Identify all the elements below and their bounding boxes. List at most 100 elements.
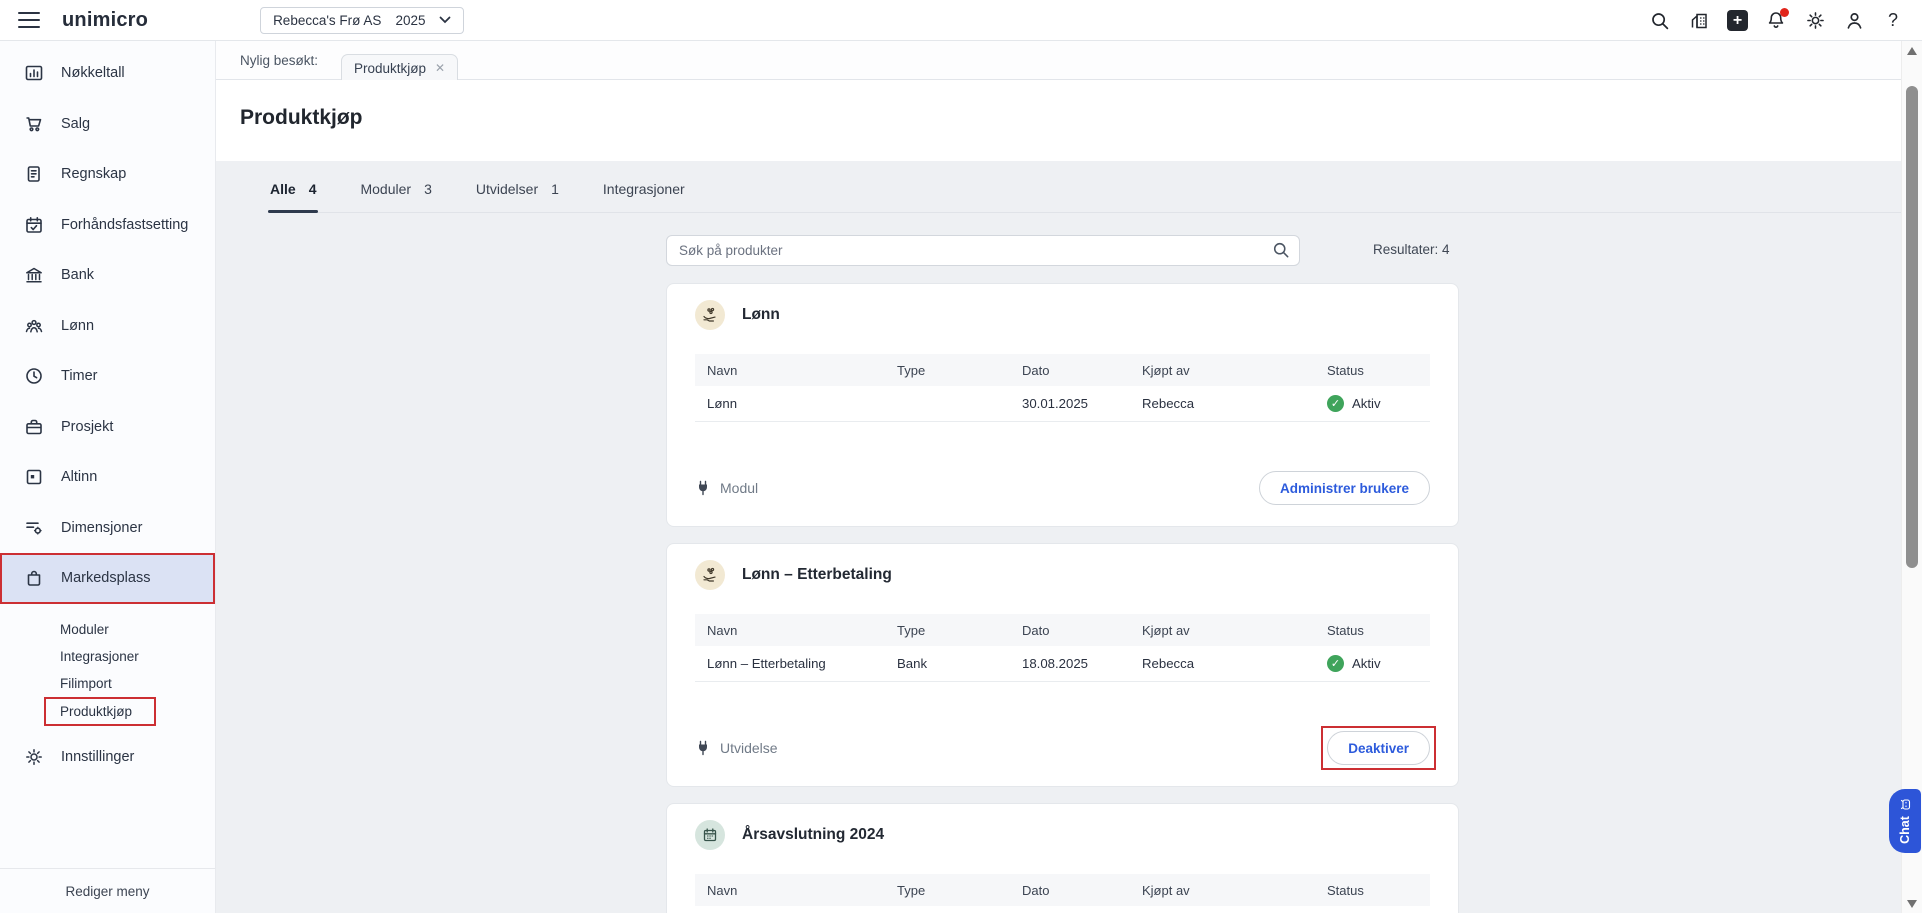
purchase-table: Navn Type Dato Kjøpt av Status Lønn 30.0… — [695, 354, 1430, 422]
edit-menu-label: Rediger meny — [65, 884, 149, 899]
sidebar-item-dimensjoner[interactable]: Dimensjoner — [0, 503, 215, 554]
edit-menu-button[interactable]: Rediger meny — [0, 868, 215, 913]
column-header: Kjøpt av — [1130, 623, 1315, 638]
company-overview-icon[interactable] — [1688, 10, 1710, 32]
column-header: Type — [885, 623, 1010, 638]
notification-badge — [1780, 8, 1789, 17]
sidebar-item-label: Altinn — [61, 469, 97, 485]
sidebar-subitem-filimport[interactable]: Filimport — [0, 670, 215, 697]
sidebar-item-markedsplass[interactable]: Markedsplass — [0, 553, 215, 604]
plug-icon — [695, 480, 711, 496]
column-header: Dato — [1010, 363, 1130, 378]
tab-label: Alle — [270, 181, 296, 197]
cell-dato: 30.01.2025 — [1010, 396, 1130, 411]
product-search-input[interactable] — [666, 235, 1300, 266]
top-bar: unimicro Rebecca's Frø AS 2025 + ? — [0, 0, 1922, 41]
document-icon — [24, 164, 44, 184]
column-header: Status — [1315, 883, 1430, 898]
key-figures-icon — [24, 63, 44, 83]
sidebar-item-timer[interactable]: Timer — [0, 351, 215, 402]
tab-moduler[interactable]: Moduler 3 — [358, 179, 433, 212]
sidebar-item-lonn[interactable]: Lønn — [0, 301, 215, 352]
sidebar-item-salg[interactable]: Salg — [0, 99, 215, 150]
subitem-label: Filimport — [60, 676, 112, 691]
sidebar-item-prosjekt[interactable]: Prosjekt — [0, 402, 215, 453]
title-section: Produktkjøp — [216, 80, 1901, 161]
company-year: 2025 — [395, 13, 425, 28]
column-header: Navn — [695, 363, 885, 378]
deactivate-button[interactable]: Deaktiver — [1327, 731, 1430, 765]
tab-utvidelser[interactable]: Utvidelser 1 — [474, 179, 561, 212]
page-title: Produktkjøp — [240, 106, 363, 130]
hand-coins-icon — [695, 300, 725, 330]
settings-gear-icon — [24, 747, 44, 767]
recently-visited-bar: Nylig besøkt: Produktkjøp ✕ — [216, 41, 1901, 80]
help-icon[interactable]: ? — [1882, 10, 1904, 32]
hamburger-menu-icon[interactable] — [18, 12, 40, 28]
sidebar-item-altinn[interactable]: Altinn — [0, 452, 215, 503]
sidebar-item-forhandsfastsetting[interactable]: Forhåndsfastsetting — [0, 200, 215, 251]
scrollbar-thumb[interactable] — [1906, 86, 1918, 568]
hand-coins-icon — [695, 560, 725, 590]
scroll-up-arrow[interactable] — [1907, 47, 1917, 55]
tab-integrasjoner[interactable]: Integrasjoner — [601, 179, 687, 212]
table-row: Lønn 30.01.2025 Rebecca ✓ Aktiv — [695, 386, 1430, 422]
administer-users-button[interactable]: Administrer brukere — [1259, 471, 1430, 505]
tab-bar: Alle 4 Moduler 3 Utvidelser 1 Integrasjo… — [268, 179, 1901, 213]
user-profile-icon[interactable] — [1843, 10, 1865, 32]
sidebar-item-label: Innstillinger — [61, 749, 134, 765]
scroll-down-arrow[interactable] — [1907, 900, 1917, 908]
sidebar-item-regnskap[interactable]: Regnskap — [0, 149, 215, 200]
purchase-table: Navn Type Dato Kjøpt av Status Lønn – Et… — [695, 614, 1430, 682]
sidebar-item-nokkeltall[interactable]: Nøkkeltall — [0, 48, 215, 99]
product-card-lonn-etterbetaling: Lønn – Etterbetaling Navn Type Dato Kjøp… — [666, 543, 1459, 787]
sidebar-item-label: Forhåndsfastsetting — [61, 217, 188, 233]
cell-kjopt-av: Rebecca — [1130, 396, 1315, 411]
sidebar-item-label: Salg — [61, 116, 90, 132]
column-header: Dato — [1010, 883, 1130, 898]
app-logo: unimicro — [62, 9, 148, 32]
robot-icon — [1899, 798, 1912, 811]
sidebar-item-innstillinger[interactable]: Innstillinger — [0, 732, 215, 783]
people-icon — [24, 316, 44, 336]
sidebar-subitem-moduler[interactable]: Moduler — [0, 616, 215, 643]
sidebar-item-label: Regnskap — [61, 166, 126, 182]
column-header: Dato — [1010, 623, 1130, 638]
subitem-label: Produktkjøp — [60, 704, 132, 719]
sidebar-subitem-produktkjop[interactable]: Produktkjøp — [44, 697, 156, 726]
chat-button[interactable]: Chat — [1889, 789, 1921, 853]
chevron-down-icon — [439, 16, 451, 24]
briefcase-icon — [24, 417, 44, 437]
quick-add-icon[interactable]: + — [1727, 10, 1748, 31]
cell-type: Bank — [885, 656, 1010, 671]
settings-gear-icon[interactable] — [1804, 10, 1826, 32]
column-header: Status — [1315, 363, 1430, 378]
sidebar-item-label: Prosjekt — [61, 419, 113, 435]
close-icon[interactable]: ✕ — [435, 61, 445, 75]
recent-tab-produktkjop[interactable]: Produktkjøp ✕ — [341, 54, 458, 81]
sidebar-item-bank[interactable]: Bank — [0, 250, 215, 301]
cell-dato: 18.08.2025 — [1010, 656, 1130, 671]
sidebar-item-label: Timer — [61, 368, 98, 384]
sidebar-subitem-integrasjoner[interactable]: Integrasjoner — [0, 643, 215, 670]
notifications-bell-icon[interactable] — [1765, 10, 1787, 32]
results-count: Resultater: 4 — [1373, 242, 1450, 257]
sidebar-item-label: Nøkkeltall — [61, 65, 125, 81]
content-area: Alle 4 Moduler 3 Utvidelser 1 Integrasjo… — [216, 161, 1901, 913]
subitem-label: Moduler — [60, 622, 109, 637]
search-icon[interactable] — [1272, 241, 1290, 259]
vertical-scrollbar[interactable] — [1901, 41, 1922, 913]
search-icon[interactable] — [1649, 10, 1671, 32]
company-selector[interactable]: Rebecca's Frø AS 2025 — [260, 7, 464, 34]
tab-alle[interactable]: Alle 4 — [268, 179, 318, 212]
tab-count: 4 — [309, 181, 317, 197]
status-check-icon: ✓ — [1327, 655, 1344, 672]
tab-label: Utvidelser — [476, 181, 538, 197]
bank-icon — [24, 265, 44, 285]
column-header: Navn — [695, 883, 885, 898]
tab-count: 1 — [551, 181, 559, 197]
chat-label: Chat — [1898, 816, 1912, 844]
altinn-icon — [24, 467, 44, 487]
column-header: Status — [1315, 623, 1430, 638]
cell-navn: Lønn — [695, 396, 885, 411]
